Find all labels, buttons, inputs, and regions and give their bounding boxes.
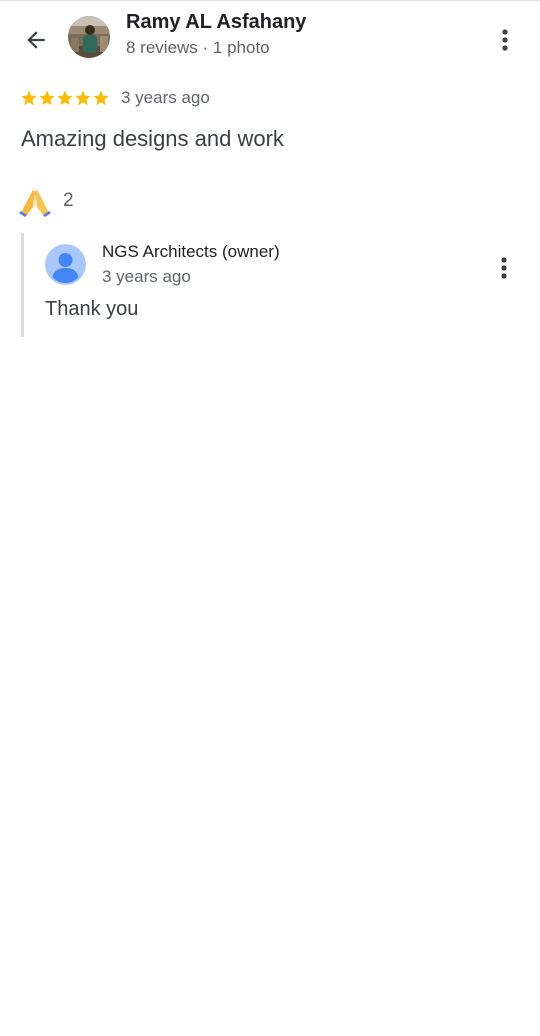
star-icon: [93, 90, 109, 106]
reply-indent-bar: [21, 233, 24, 337]
reviewer-avatar[interactable]: [68, 16, 110, 58]
more-options-button[interactable]: [490, 24, 520, 56]
review-time: 3 years ago: [121, 88, 210, 107]
review-header: Ramy AL Asfahany 8 reviews · 1 photo: [0, 0, 540, 80]
reaction-count: 2: [63, 190, 74, 211]
star-icon: [39, 90, 55, 106]
reaction-button[interactable]: 2: [19, 185, 74, 217]
person-avatar-icon: [45, 244, 86, 285]
arrow-back-icon: [27, 31, 45, 49]
more-vert-icon: [502, 29, 508, 51]
owner-reply-text: Thank you: [45, 298, 139, 320]
reviewer-meta: 8 reviews · 1 photo: [126, 38, 270, 57]
star-icon: [21, 90, 37, 106]
back-button[interactable]: [16, 20, 56, 60]
reviewer-name[interactable]: Ramy AL Asfahany: [126, 11, 306, 34]
folded-hands-emoji-icon: [19, 189, 51, 217]
reply-more-options-button[interactable]: [489, 253, 519, 283]
owner-name: NGS Architects (owner): [102, 242, 280, 261]
review-text: Amazing designs and work: [21, 126, 284, 151]
more-vert-icon: [501, 257, 507, 279]
rating-row: 3 years ago: [20, 86, 210, 110]
star-rating: [20, 89, 110, 107]
star-icon: [57, 90, 73, 106]
owner-reply: NGS Architects (owner) 3 years ago Thank…: [21, 233, 521, 337]
owner-reply-time: 3 years ago: [102, 267, 191, 286]
star-icon: [75, 90, 91, 106]
owner-avatar: [45, 244, 86, 285]
reviewer-photo: [68, 16, 110, 58]
